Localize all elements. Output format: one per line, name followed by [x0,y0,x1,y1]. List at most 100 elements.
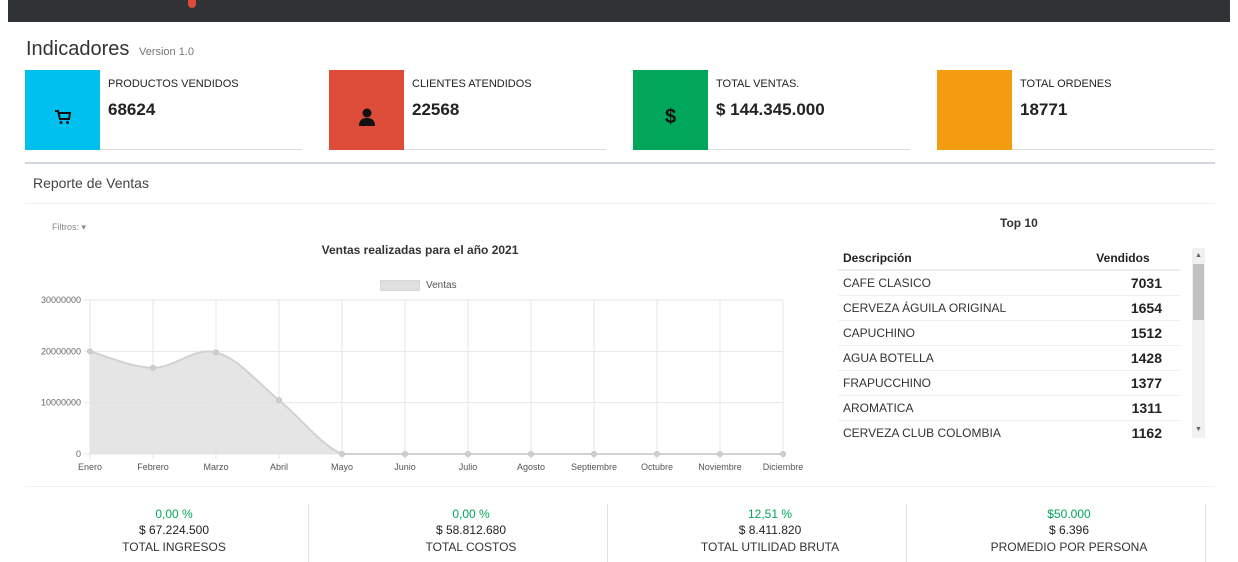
data-point [150,364,156,371]
info-box-icon-bg [25,70,100,150]
navbar-accent [188,0,196,8]
stat-label: PROMEDIO POR PERSONA [990,540,1148,554]
info-box-label: TOTAL ORDENES [1020,78,1112,90]
info-box-ordenes: TOTAL ORDENES 18771 [937,70,1214,150]
scrollbar-thumb[interactable] [1193,264,1204,320]
row-quantity: 1377 [1084,369,1180,395]
row-quantity: 1512 [1084,319,1180,345]
x-tick-label: Abril [270,462,288,472]
x-tick-label: Agosto [517,462,545,472]
data-point [528,451,534,457]
x-tick-label: Octubre [641,462,673,472]
row-quantity: 7031 [1084,269,1180,295]
info-box-label: TOTAL VENTAS. [716,78,800,90]
info-box-value: 18771 [1020,100,1068,119]
info-box-value: $ 144.345.000 [716,100,825,119]
version-label: Version 1.0 [138,46,195,58]
x-tick-label: Febrero [137,462,169,472]
data-point [213,349,219,356]
table-header-row: Descripción Vendidos [838,246,1180,271]
user-icon [358,108,375,126]
info-box-ventas: $ TOTAL VENTAS. $ 144.345.000 [633,70,910,150]
row-description: AROMATICA [838,394,1085,420]
x-tick-label: Enero [78,462,102,472]
table-row: AGUA BOTELLA 1428 [838,344,1180,370]
y-tick-label: 10000000 [41,398,81,408]
info-box-icon-bg [937,70,1012,150]
info-box-productos: PRODUCTOS VENDIDOS 68624 [25,70,302,150]
stat-amount: $ 58.812.680 [435,523,507,537]
stat-amount: $ 67.224.500 [138,523,210,537]
filter-label: Filtros: [52,222,79,232]
row-description: CERVEZA ÁGUILA ORIGINAL [838,294,1085,320]
data-point [591,451,597,457]
table-row: CAFE CLASICO 7031 [838,269,1180,295]
top10-title: Top 10 [1000,216,1038,230]
top10-table: Descripción Vendidos CAFE CLASICO 7031 CE… [838,246,1180,441]
info-box-icon-bg [329,70,404,150]
table-scrollbar[interactable]: ▲ ▼ [1192,248,1205,438]
top10-table-container[interactable]: Descripción Vendidos CAFE CLASICO 7031 CE… [838,246,1208,441]
dollar-icon: $ [664,105,677,128]
footer-divider [25,486,1215,487]
page-title-text: Indicadores [26,38,130,60]
stat-divider [1205,504,1206,562]
data-point [402,451,408,457]
info-box-label: CLIENTES ATENDIDOS [412,78,532,90]
y-tick-label: 0 [76,449,81,459]
row-description: AGUA BOTELLA [838,344,1085,370]
stat-divider [308,504,309,562]
table-row: AROMATICA 1311 [838,394,1180,420]
data-point [339,451,345,457]
x-tick-label: Junio [394,462,416,472]
table-row: CERVEZA ÁGUILA ORIGINAL 1654 [838,294,1180,320]
data-point [465,451,471,457]
row-quantity: 1654 [1084,294,1180,320]
stat-percentage: 0,00 % [155,507,193,521]
stat-label: TOTAL UTILIDAD BRUTA [700,540,840,554]
x-tick-label: Marzo [203,462,228,472]
stat-divider [607,504,608,562]
stat-amount: $ 6.396 [1048,523,1090,537]
data-point [717,451,723,457]
info-box-icon-bg: $ [633,70,708,150]
stat-amount: $ 8.411.820 [738,523,802,537]
y-tick-label: 20000000 [41,346,81,356]
row-description: CAFE CLASICO [838,269,1085,295]
data-point [87,348,93,355]
row-description: FRAPUCCHINO [838,369,1085,395]
caret-down-icon: ▾ [81,222,87,232]
info-box-clientes: CLIENTES ATENDIDOS 22568 [329,70,606,150]
row-quantity: 1162 [1084,419,1180,441]
stat-utilidad: 12,51 % $ 8.411.820 TOTAL UTILIDAD BRUTA [621,507,919,554]
row-description: CAPUCHINO [838,319,1085,345]
column-header-descripcion[interactable]: Descripción [838,246,1085,271]
info-box-value: 68624 [108,100,156,119]
stat-percentage: $50.000 [1047,507,1091,521]
scroll-up-arrow-icon[interactable]: ▲ [1192,250,1205,262]
report-title: Reporte de Ventas [33,175,149,191]
stat-percentage: 0,00 % [452,507,490,521]
top-navbar [8,0,1230,22]
x-tick-label: Julio [459,462,478,472]
x-tick-label: Mayo [331,462,353,472]
info-box-label: PRODUCTOS VENDIDOS [108,78,239,90]
stat-costos: 0,00 % $ 58.812.680 TOTAL COSTOS [322,507,620,554]
x-tick-label: Septiembre [571,462,617,472]
table-row: CAPUCHINO 1512 [838,319,1180,345]
stat-ingresos: 0,00 % $ 67.224.500 TOTAL INGRESOS [25,507,323,554]
stat-label: TOTAL COSTOS [425,540,517,554]
filter-dropdown[interactable]: Filtros: ▾ [52,222,86,233]
data-point [780,451,786,457]
row-description: CERVEZA CLUB COLOMBIA [838,419,1085,441]
data-point [654,451,660,457]
column-header-vendidos[interactable]: Vendidos [1084,246,1180,271]
stat-label: TOTAL INGRESOS [122,540,226,554]
cart-icon [54,110,71,124]
scroll-down-arrow-icon[interactable]: ▼ [1192,424,1205,436]
table-row: FRAPUCCHINO 1377 [838,369,1180,395]
chart-title: Ventas realizadas para el año 2021 [321,243,519,257]
x-tick-label: Noviembre [698,462,742,472]
stat-promedio: $50.000 $ 6.396 PROMEDIO POR PERSONA [920,507,1218,554]
section-divider [25,162,1215,164]
